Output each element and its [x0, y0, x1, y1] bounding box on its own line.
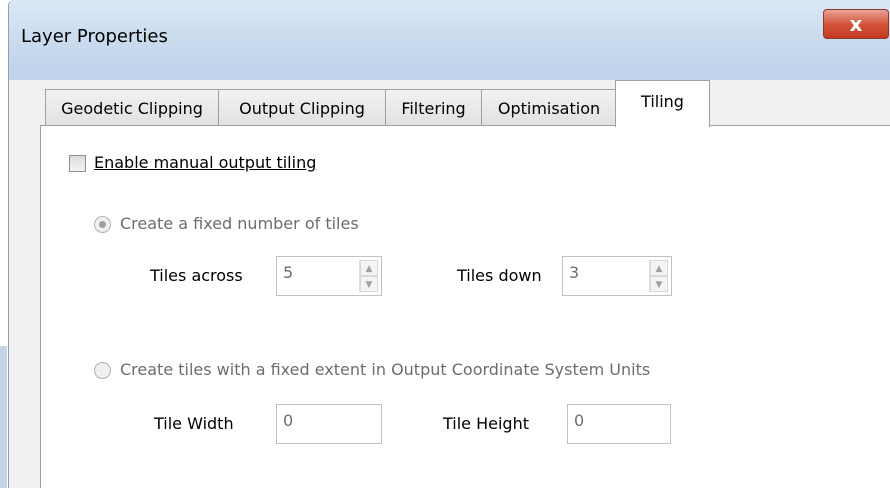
tile-width-input[interactable]: 0: [276, 404, 382, 444]
tile-width-label: Tile Width: [154, 414, 234, 433]
spin-down-icon[interactable]: ▼: [360, 276, 378, 292]
tab-output-clipping[interactable]: Output Clipping: [218, 89, 386, 126]
fixed-number-radio[interactable]: [94, 216, 111, 233]
tiles-down-spinner[interactable]: 3 ▲ ▼: [562, 256, 672, 296]
tiles-down-label: Tiles down: [457, 266, 542, 285]
window-title: Layer Properties: [21, 26, 168, 47]
tab-optimisation[interactable]: Optimisation: [481, 89, 617, 126]
spin-up-icon[interactable]: ▲: [360, 260, 378, 276]
tab-filtering[interactable]: Filtering: [385, 89, 482, 126]
enable-tiling-label[interactable]: Enable manual output tiling: [94, 153, 316, 172]
title-bar[interactable]: Layer Properties x: [9, 0, 890, 80]
tile-height-label: Tile Height: [443, 414, 529, 433]
tiles-across-spinner[interactable]: 5 ▲ ▼: [276, 256, 382, 296]
spin-up-icon[interactable]: ▲: [650, 260, 668, 276]
fixed-extent-radio[interactable]: [94, 362, 111, 379]
close-button[interactable]: x: [823, 9, 889, 39]
fixed-number-label[interactable]: Create a fixed number of tiles: [120, 214, 359, 233]
tiles-across-label: Tiles across: [150, 266, 243, 285]
fixed-extent-label[interactable]: Create tiles with a fixed extent in Outp…: [120, 360, 650, 379]
background-window-edge: [0, 346, 7, 488]
dialog-client: Geodetic Clipping Output Clipping Filter…: [16, 80, 890, 488]
enable-tiling-checkbox[interactable]: [69, 155, 86, 172]
tiling-panel: Enable manual output tiling Create a fix…: [40, 125, 890, 488]
close-icon: x: [849, 12, 863, 36]
tile-height-input[interactable]: 0: [567, 404, 671, 444]
spin-down-icon[interactable]: ▼: [650, 276, 668, 292]
layer-properties-window: Layer Properties x Geodetic Clipping Out…: [8, 0, 890, 488]
tab-geodetic-clipping[interactable]: Geodetic Clipping: [45, 89, 219, 126]
tab-tiling[interactable]: Tiling: [615, 80, 710, 127]
